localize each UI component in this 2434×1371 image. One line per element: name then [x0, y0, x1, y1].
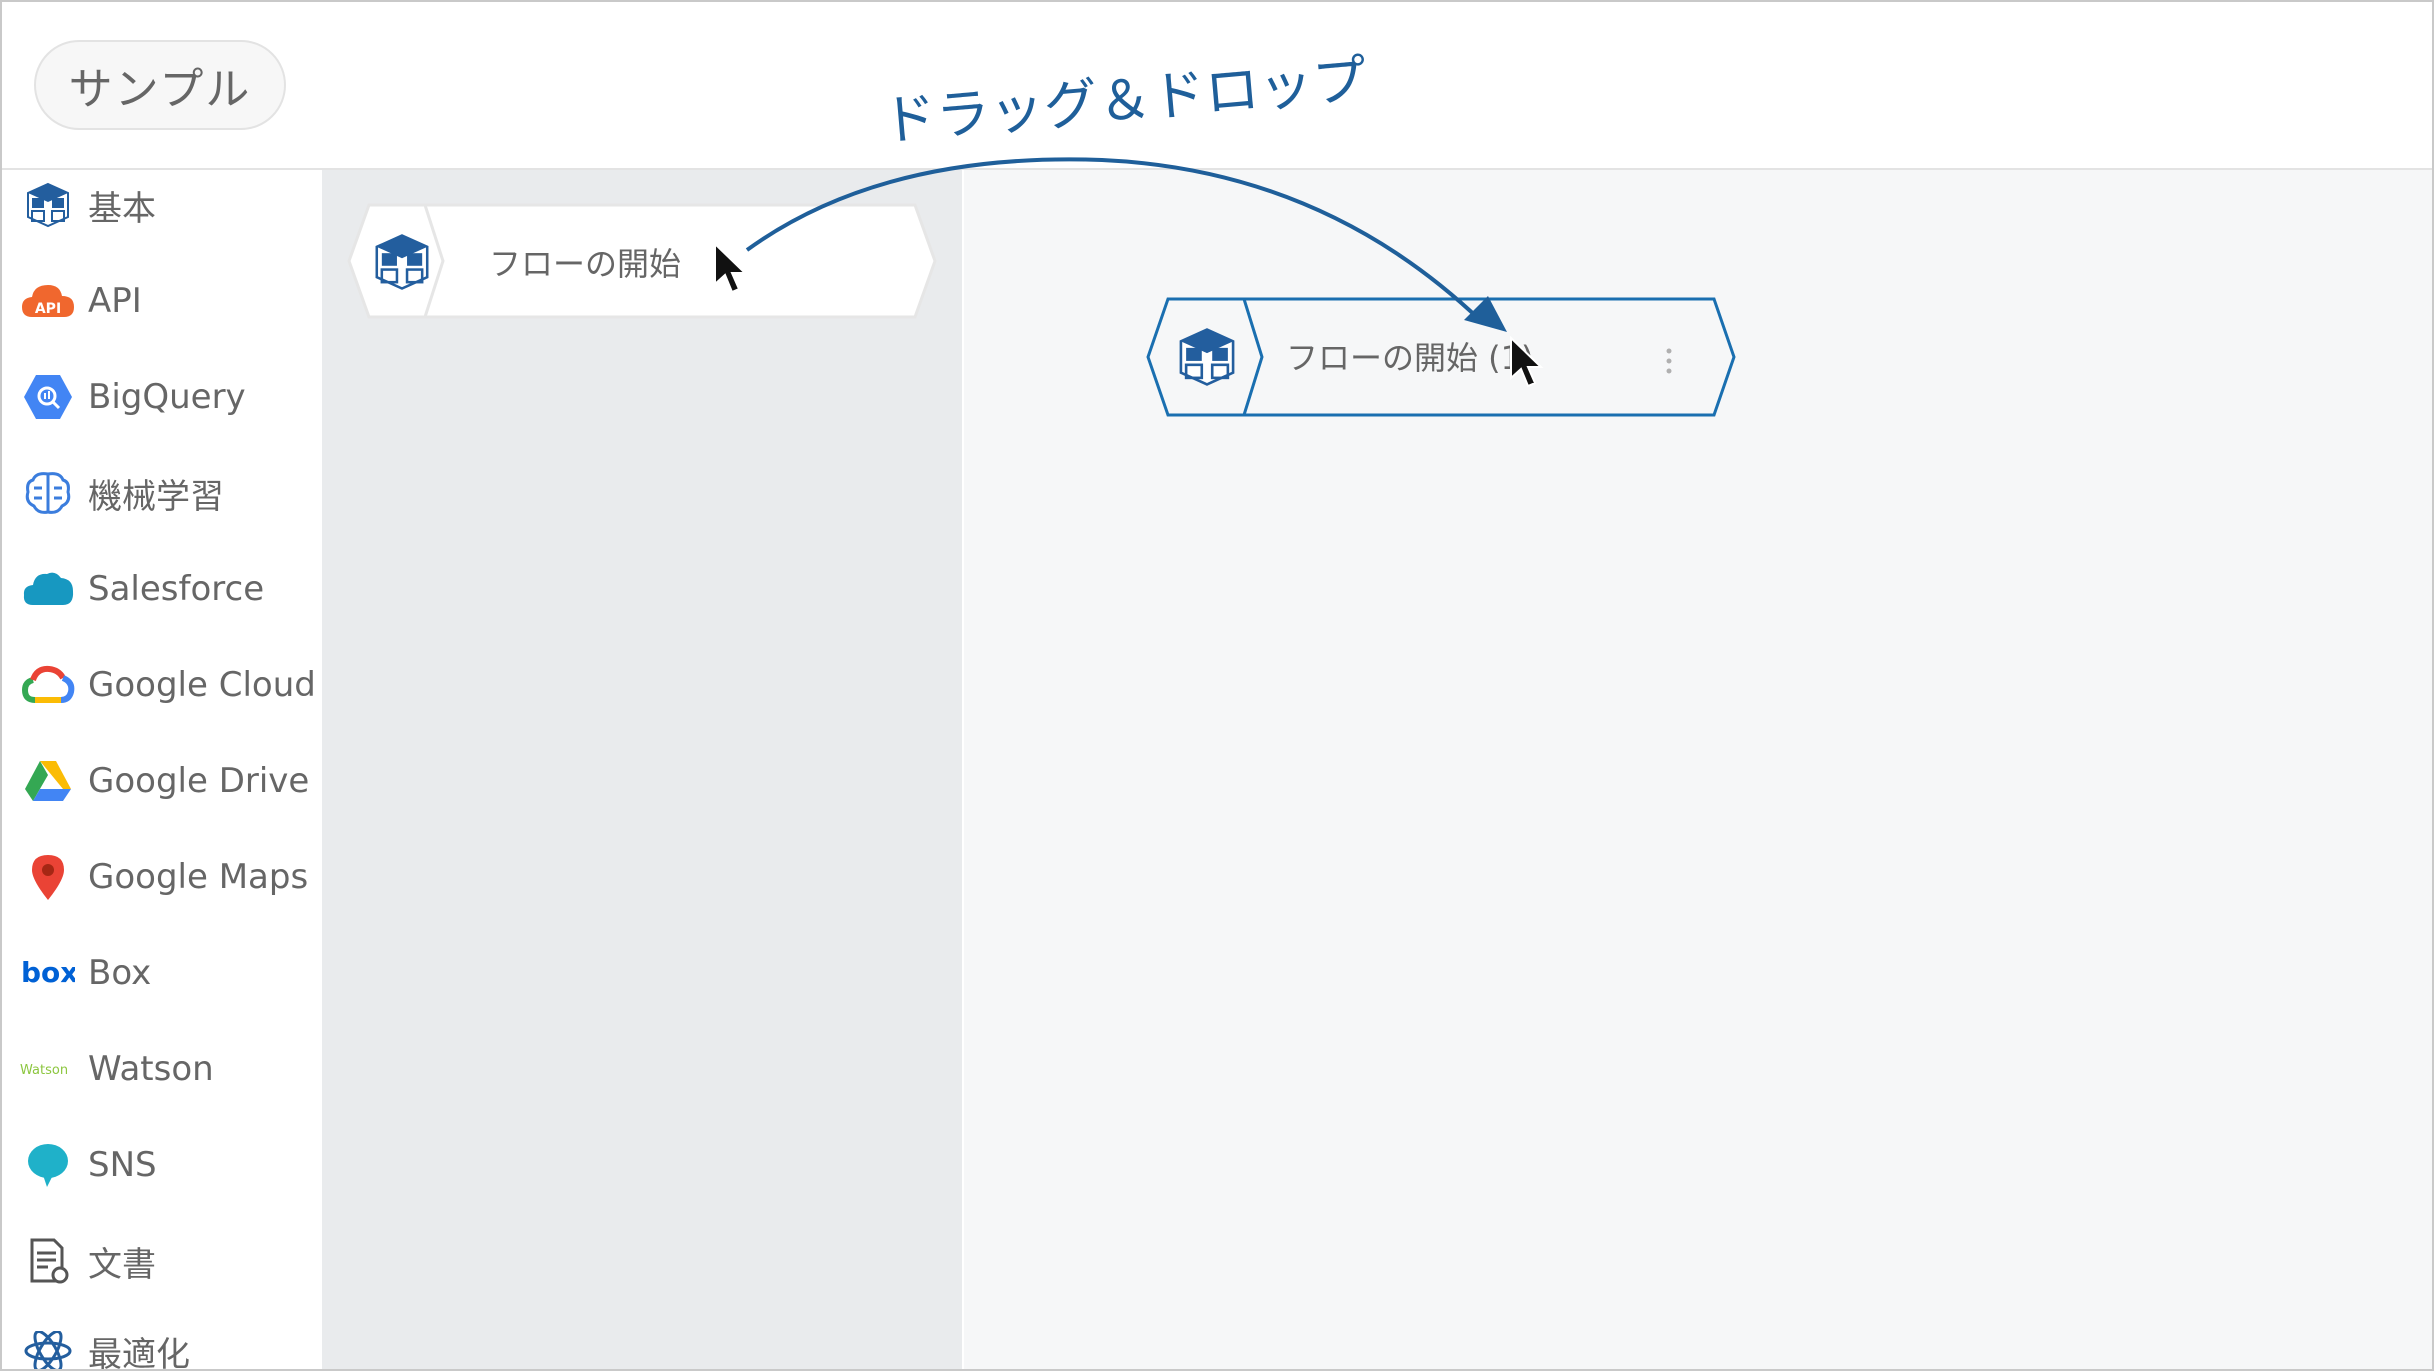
google-drive-icon: [18, 751, 78, 811]
sidebar-item-document[interactable]: 文書: [18, 1226, 318, 1296]
sidebar-item-label: Google Drive: [88, 761, 310, 801]
app-window: サンプル 基本 API API BigQuery 機械学習 Salesforce…: [0, 0, 2434, 1371]
api-cloud-icon: API: [18, 271, 78, 331]
flow-title-button[interactable]: サンプル: [34, 40, 286, 130]
sidebar-item-basic[interactable]: 基本: [18, 170, 318, 240]
sidebar-item-label: BigQuery: [88, 377, 246, 417]
sidebar-item-box[interactable]: box Box: [18, 938, 318, 1008]
sidebar-item-ml[interactable]: 機械学習: [18, 458, 318, 528]
google-cloud-icon: [18, 655, 78, 715]
sidebar-item-watson[interactable]: Watson Watson: [18, 1034, 318, 1104]
node-label: フローの開始: [489, 245, 682, 283]
document-icon: [18, 1231, 78, 1291]
box-logo-icon: box: [18, 943, 78, 1003]
watson-logo-icon: Watson: [18, 1039, 78, 1099]
salesforce-cloud-icon: [18, 559, 78, 619]
bigquery-icon: [18, 367, 78, 427]
chat-bubble-icon: [18, 1135, 78, 1195]
sidebar-item-label: SNS: [88, 1145, 157, 1185]
sidebar-item-label: 機械学習: [88, 476, 224, 517]
blocks-icon: [18, 175, 78, 235]
blocks-icon: [369, 233, 435, 295]
sidebar-item-salesforce[interactable]: Salesforce: [18, 554, 318, 624]
node-label: フローの開始 (1): [1286, 339, 1534, 377]
sidebar-item-label: Salesforce: [88, 569, 265, 609]
sidebar-item-api[interactable]: API API: [18, 266, 318, 336]
mouse-pointer-icon: [1508, 335, 1548, 396]
sidebar-item-optimization[interactable]: 最適化: [18, 1316, 318, 1371]
svg-text:API: API: [35, 301, 61, 317]
sidebar-item-label: Google Maps: [88, 857, 309, 897]
sidebar-item-google-drive[interactable]: Google Drive: [18, 746, 318, 816]
sidebar-item-label: Google Cloud: [88, 665, 316, 705]
map-pin-icon: [18, 847, 78, 907]
brain-icon: [18, 463, 78, 523]
category-sidebar: 基本 API API BigQuery 機械学習 Salesforce Goog…: [2, 170, 320, 1371]
flow-canvas[interactable]: フローの開始 (1): [964, 170, 2432, 1369]
node-menu-icon[interactable]: [1664, 347, 1674, 379]
palette-node-flow-start[interactable]: フローの開始: [347, 203, 937, 319]
sidebar-item-label: 最適化: [88, 1334, 190, 1371]
canvas-node-flow-start[interactable]: フローの開始 (1): [1146, 297, 1736, 417]
svg-text:box: box: [21, 958, 75, 988]
node-palette: フローの開始: [322, 170, 962, 1369]
svg-text:Watson: Watson: [20, 1063, 68, 1078]
sidebar-item-label: Box: [88, 953, 152, 993]
sidebar-item-label: API: [88, 281, 142, 321]
sidebar-item-google-maps[interactable]: Google Maps: [18, 842, 318, 912]
blocks-icon: [1174, 327, 1240, 391]
sidebar-item-label: 文書: [88, 1244, 156, 1285]
sidebar-item-bigquery[interactable]: BigQuery: [18, 362, 318, 432]
mouse-pointer-icon: [712, 241, 752, 302]
sidebar-item-google-cloud[interactable]: Google Cloud: [18, 650, 318, 720]
sidebar-item-label: Watson: [88, 1049, 214, 1089]
atom-icon: [18, 1321, 78, 1369]
sidebar-item-label: 基本: [88, 188, 156, 229]
sidebar-item-sns[interactable]: SNS: [18, 1130, 318, 1200]
